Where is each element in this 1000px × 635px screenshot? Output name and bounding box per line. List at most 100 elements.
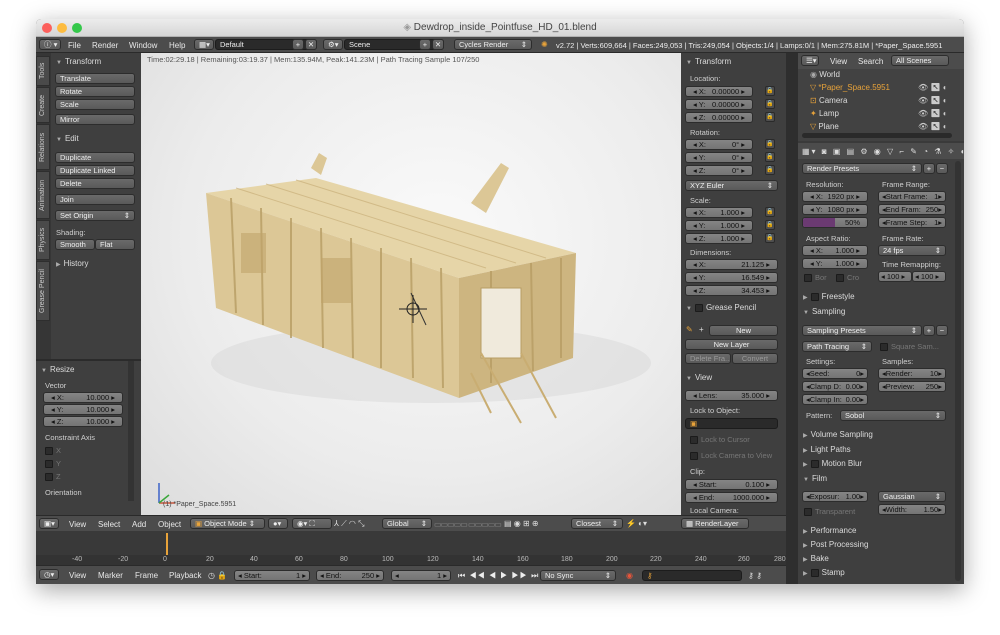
film-header[interactable]: ▼ Film [803,474,827,483]
editor-type-info-icon[interactable]: ⓘ ▾ [39,39,61,50]
remap-old-field[interactable]: ◂ 100 ▸ [878,271,912,282]
remove-sampling-preset-button[interactable]: − [936,325,948,336]
flat-shading-button[interactable]: Flat [95,239,135,250]
render-presets-select[interactable]: Render Presets ⇕ [802,163,922,174]
n-transform-header[interactable]: ▼ Transform [686,57,731,66]
scale-y-field[interactable]: ◂ Y: 1.000 ▸ [685,220,753,231]
constraint-x-checkbox[interactable]: X [45,446,61,456]
set-origin-button[interactable]: Set Origin ⇕ [55,210,135,221]
preview-range-icons[interactable]: ◷ 🔒 [208,570,227,581]
translate-button[interactable]: Translate [55,73,135,84]
edit-panel-header[interactable]: ▼ Edit [56,134,79,143]
outliner-display-mode[interactable]: All Scenes [891,55,949,66]
sampling-presets-select[interactable]: Sampling Presets ⇕ [802,325,922,336]
duplicate-linked-button[interactable]: Duplicate Linked [55,165,135,176]
lock-rotation-y-icon[interactable]: 🔒 [765,152,775,162]
rotation-x-field[interactable]: ◂ X: 0° ▸ [685,139,753,150]
resolution-x-field[interactable]: ◂ X: 1920 px ▸ [802,191,868,202]
start-frame-range-field[interactable]: ◂ Start: 1 ▸ [234,570,310,581]
performance-header[interactable]: ▶ Performance [803,526,856,535]
new-gpencil-button[interactable]: New [709,325,778,336]
outliner-item-paper-space[interactable]: ▽ *Paper_Space.5951 [810,82,890,93]
vector-z-field[interactable]: ◂ Z: 10.000 ▸ [43,416,123,427]
transform-manipulator-icons[interactable]: ⅄ ⟋ ◠ ⤡ [334,518,365,529]
end-frame-range-field[interactable]: ◂ End: 250 ▸ [316,570,384,581]
clip-start-field[interactable]: ◂ Start: 0.100 ▸ [685,479,778,490]
border-checkbox[interactable]: Bor [804,273,827,283]
outliner-item-world[interactable]: ◉ World [810,69,840,80]
lock-rotation-z-icon[interactable]: 🔒 [765,165,775,175]
scale-button[interactable]: Scale [55,99,135,110]
timeline[interactable] [36,531,786,565]
shading-mode-icon[interactable]: ●▾ [268,518,288,529]
menu-file[interactable]: File [68,40,81,51]
add-scene-button[interactable]: + [419,39,431,50]
keyframe-icons[interactable]: ⚷ ⚷ [748,570,762,581]
frame-step-field[interactable]: ◂Frame Step: 1▸ [878,217,946,228]
sampling-header[interactable]: ▼ Sampling [803,307,845,316]
visibility-eye-icon[interactable]: 👁 ↖ ◐ [918,95,948,106]
context-tabs-icons[interactable]: ▦▾ ◙ ▣ ▤ ⚙ ◉ ▽ ⌐ ✎ ◔ ⚗ ✧ ◐ ▨ [802,146,964,157]
tab-tools[interactable]: Tools [36,56,50,86]
scale-z-field[interactable]: ◂ Z: 1.000 ▸ [685,233,753,244]
join-button[interactable]: Join [55,194,135,205]
current-frame-marker[interactable] [166,533,168,555]
timeline-view-menu[interactable]: View [69,570,86,581]
resolution-y-field[interactable]: ◂ Y: 1080 px ▸ [802,204,868,215]
location-y-field[interactable]: ◂ Y: 0.00000 ▸ [685,99,753,110]
seed-field[interactable]: ◂Seed: 0▸ [802,368,868,379]
outliner-editor-icon[interactable]: ☰▾ [801,55,819,66]
lock-to-cursor-checkbox[interactable]: Lock to Cursor [690,435,750,445]
lens-field[interactable]: ◂ Lens: 35.000 ▸ [685,390,778,401]
remove-layout-button[interactable]: ✕ [305,39,317,50]
lock-scale-z-icon[interactable]: 🔒 [765,233,775,243]
filter-width-field[interactable]: ◂Width: 1.50▸ [878,504,946,515]
3d-viewport[interactable]: Time:02:29.18 | Remaining:03:19.37 | Mem… [141,53,681,515]
object-menu[interactable]: Object [158,519,181,530]
menu-window[interactable]: Window [129,40,157,51]
location-x-field[interactable]: ◂ X: 0.00000 ▸ [685,86,753,97]
tab-grease-pencil[interactable]: Grease Pencil [36,261,50,321]
convert-button[interactable]: Convert [732,353,778,364]
duplicate-button[interactable]: Duplicate [55,152,135,163]
dimension-x-field[interactable]: ◂ X: 21.125 ▸ [685,259,778,270]
integrator-select[interactable]: Path Tracing ⇕ [802,341,872,352]
constraint-y-checkbox[interactable]: Y [45,459,61,469]
clamp-direct-field[interactable]: ◂Clamp D: 0.00▸ [802,381,868,392]
frame-rate-select[interactable]: 24 fps ⇕ [878,245,946,256]
rotation-mode-select[interactable]: XYZ Euler ⇕ [685,180,778,191]
smooth-shading-button[interactable]: Smooth [55,239,95,250]
pencil-icon[interactable]: ✎ [686,325,693,335]
pivot-manipulator-icons[interactable]: ◉▾ ⛶ [292,518,332,529]
outliner-view-menu[interactable]: View [830,56,847,67]
marker-menu[interactable]: Marker [98,570,123,581]
constraint-z-checkbox[interactable]: Z [45,472,61,482]
transform-orientation-select[interactable]: Global ⇕ [382,518,432,529]
location-z-field[interactable]: ◂ Z: 0.00000 ▸ [685,112,753,123]
exposure-field[interactable]: ◂Exposur: 1.00▸ [802,491,868,502]
select-menu[interactable]: Select [98,519,120,530]
preview-samples-field[interactable]: ◂Preview: 250▸ [878,381,946,392]
resize-panel-header[interactable]: ▼ Resize [41,365,74,374]
aspect-x-field[interactable]: ◂ X: 1.000 ▸ [802,245,868,256]
render-preview-icons[interactable]: ⚡ ◐▾ [626,518,647,529]
add-sampling-preset-button[interactable]: + [923,325,935,336]
menu-help[interactable]: Help [169,40,185,51]
rotation-y-field[interactable]: ◂ Y: 0° ▸ [685,152,753,163]
remap-new-field[interactable]: ◂ 100 ▸ [912,271,946,282]
menu-render[interactable]: Render [92,40,118,51]
render-samples-field[interactable]: ◂Render: 10▸ [878,368,946,379]
snap-target-select[interactable]: Closest ⇕ [571,518,623,529]
remove-scene-button[interactable]: ✕ [432,39,444,50]
lock-camera-checkbox[interactable]: Lock Camera to View [690,451,772,461]
snap-icons[interactable]: ▤ ◉ ⊞ ⊕ [504,518,539,529]
vector-y-field[interactable]: ◂ Y: 10.000 ▸ [43,404,123,415]
view-panel-header[interactable]: ▼ View [686,373,712,382]
playback-menu[interactable]: Playback [169,570,201,581]
add-preset-button[interactable]: + [923,163,935,174]
bake-header[interactable]: ▶ Bake [803,554,829,563]
stamp-header[interactable]: ▶ Stamp [803,568,845,577]
lock-location-x-icon[interactable]: 🔒 [765,86,775,96]
pattern-select[interactable]: Sobol ⇕ [840,410,946,421]
render-layer-select[interactable]: ▦ RenderLayer [681,518,749,529]
